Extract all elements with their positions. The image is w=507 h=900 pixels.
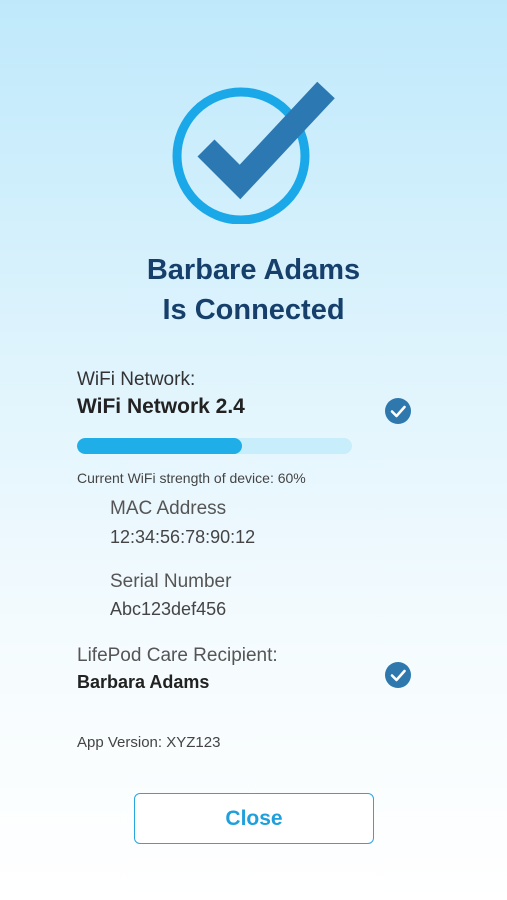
care-recipient-name: Barbara Adams xyxy=(77,672,210,692)
close-button[interactable]: Close xyxy=(134,793,374,844)
wifi-strength-bar xyxy=(77,438,352,454)
recipient-check-icon xyxy=(385,662,411,688)
check-circle-icon xyxy=(172,81,335,224)
connection-screen: Barbare Adams Is Connected WiFi Network:… xyxy=(0,0,507,900)
title-line-name: Barbare Adams xyxy=(146,254,361,286)
connection-title: Barbare Adams Is Connected xyxy=(0,250,507,330)
wifi-strength-fill xyxy=(77,438,242,454)
wifi-network-label: WiFi Network: xyxy=(77,369,196,390)
wifi-network-name: WiFi Network 2.4 xyxy=(77,395,245,418)
app-version: App Version: XYZ123 xyxy=(77,734,221,751)
title-line-status: Is Connected xyxy=(162,294,345,326)
mac-address-label: MAC Address xyxy=(110,498,227,519)
care-recipient-label: LifePod Care Recipient: xyxy=(77,645,278,666)
serial-number-value: Abc123def456 xyxy=(110,599,227,619)
wifi-check-icon xyxy=(385,398,411,424)
mac-address-value: 12:34:56:78:90:12 xyxy=(110,527,256,547)
wifi-strength-text: Current WiFi strength of device: 60% xyxy=(77,470,306,486)
serial-number-label: Serial Number xyxy=(110,571,232,592)
